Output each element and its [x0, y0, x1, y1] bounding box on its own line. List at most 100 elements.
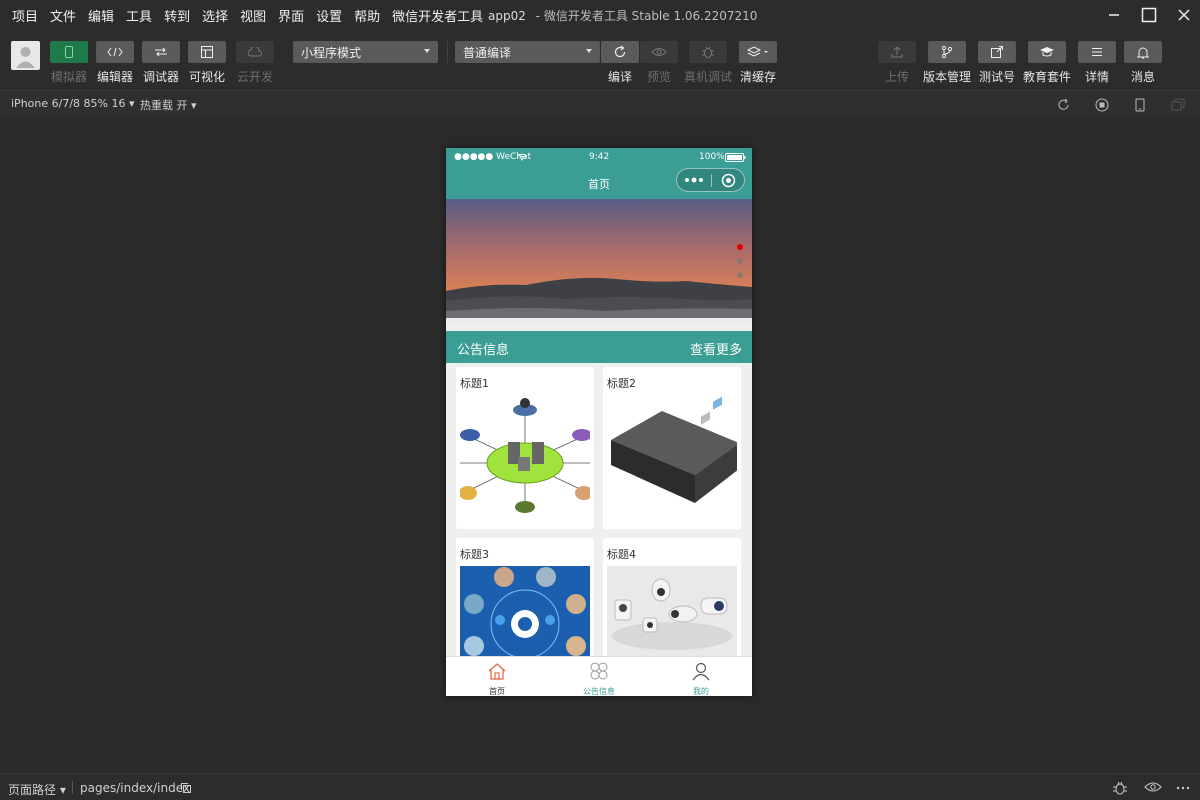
banner-swiper[interactable]: [446, 199, 752, 324]
menu-settings[interactable]: 设置: [312, 6, 346, 25]
rotate-icon[interactable]: [1056, 97, 1072, 113]
simulator-button[interactable]: [50, 41, 88, 63]
version-management-button[interactable]: [928, 41, 966, 63]
education-kit-button[interactable]: [1028, 41, 1066, 63]
user-icon: [692, 662, 710, 681]
banner-image: [446, 199, 752, 324]
window-title-text: 微信开发者工具 Stable 1.06.2207210: [543, 9, 758, 23]
menu-interface[interactable]: 界面: [274, 6, 308, 25]
close-miniprogram-icon[interactable]: [721, 173, 736, 188]
compile-button[interactable]: [601, 41, 639, 63]
phone-simulator: ●●●●● WeChat 9:42 100% 首页 公告信息 查看更多 标题1 …: [446, 148, 752, 696]
cloud-label: 云开发: [236, 70, 273, 84]
menu-project[interactable]: 项目: [8, 6, 42, 25]
messages-button[interactable]: [1124, 41, 1162, 63]
editor-button[interactable]: [96, 41, 134, 63]
swiper-dot-active[interactable]: [737, 244, 743, 250]
compile-mode-select-value: 普通编译: [463, 45, 512, 60]
compile-mode-select[interactable]: 普通编译: [455, 41, 600, 63]
tab-notice[interactable]: 公告信息: [548, 657, 650, 696]
bug-icon[interactable]: [1112, 780, 1128, 796]
menu-help[interactable]: 帮助: [350, 6, 384, 25]
notice-card[interactable]: 标题2: [603, 367, 741, 529]
tab-mine[interactable]: 我的: [650, 657, 752, 696]
eye-icon[interactable]: [1144, 781, 1162, 793]
clear-cache-button[interactable]: [739, 41, 777, 63]
cloud-icon: [248, 47, 262, 57]
bottom-status-bar: 页面路径 ▾ pages/index/index: [0, 773, 1200, 800]
capsule-menu: [676, 168, 745, 192]
phone-icon: [65, 46, 73, 58]
toolbar: 模拟器 编辑器 调试器 可视化 云开发 小程序模式 普通编译 编译 预览 真机调…: [0, 30, 1200, 90]
close-icon: [1178, 9, 1190, 21]
notice-card[interactable]: 标题4: [603, 538, 741, 668]
code-icon: [107, 47, 123, 57]
window-app-name: app02: [488, 9, 526, 23]
page-path-value: pages/index/index: [80, 781, 190, 795]
menu-goto[interactable]: 转到: [160, 6, 194, 25]
tab-notice-label: 公告信息: [583, 687, 615, 696]
card-title: 标题4: [607, 548, 636, 561]
education-kit-label: 教育套件: [1022, 70, 1071, 84]
phone-icon[interactable]: [1132, 97, 1148, 113]
card-image-network-diagram: [460, 395, 590, 525]
battery-icon: [725, 153, 746, 162]
card-image-cameras: [607, 566, 737, 658]
preview-button[interactable]: [640, 41, 678, 63]
maximize-button[interactable]: [1137, 4, 1161, 26]
hot-reload-toggle[interactable]: 热重载 开 ▾: [140, 97, 197, 113]
menu-file[interactable]: 文件: [46, 6, 80, 25]
more-horizontal-icon[interactable]: [1176, 786, 1190, 790]
menu-wechat-devtools[interactable]: 微信开发者工具: [388, 6, 487, 25]
capsule-divider: [711, 174, 712, 187]
stop-icon[interactable]: [1094, 97, 1110, 113]
external-link-icon: [991, 46, 1003, 58]
close-button[interactable]: [1172, 4, 1196, 26]
debugger-button[interactable]: [142, 41, 180, 63]
real-device-debug-button[interactable]: [689, 41, 727, 63]
user-avatar[interactable]: [11, 41, 40, 70]
menu-tools[interactable]: 工具: [122, 6, 156, 25]
tab-mine-label: 我的: [693, 687, 709, 696]
refresh-icon: [614, 45, 626, 58]
minimize-button[interactable]: [1102, 4, 1126, 26]
notice-card[interactable]: 标题1: [456, 367, 594, 529]
swiper-dot[interactable]: [737, 272, 743, 278]
window-title-separator: -: [531, 9, 544, 23]
detach-window-icon[interactable]: [1170, 97, 1186, 113]
bug-icon: [702, 46, 714, 58]
test-account-label: 测试号: [978, 70, 1015, 84]
status-battery-level: 100%: [699, 152, 725, 162]
copy-icon[interactable]: [180, 782, 192, 794]
mode-select-value: 小程序模式: [301, 45, 362, 60]
wifi-icon: [517, 153, 527, 161]
tab-home[interactable]: 首页: [446, 657, 548, 696]
details-label: 详情: [1084, 70, 1109, 84]
test-account-button[interactable]: [978, 41, 1016, 63]
page-path-select[interactable]: 页面路径 ▾: [8, 781, 66, 798]
graduation-cap-icon: [1040, 47, 1054, 57]
window-title: app02 - 微信开发者工具 Stable 1.06.2207210: [488, 7, 757, 24]
notice-title: 公告信息: [457, 343, 510, 358]
menu-view[interactable]: 视图: [236, 6, 270, 25]
notice-card[interactable]: 标题3: [456, 538, 594, 668]
more-dots-icon[interactable]: [684, 177, 704, 183]
mode-select[interactable]: 小程序模式: [293, 41, 438, 63]
card-title: 标题3: [460, 548, 489, 561]
editor-label: 编辑器: [96, 70, 133, 84]
details-button[interactable]: [1078, 41, 1116, 63]
upload-button[interactable]: [878, 41, 916, 63]
preview-label: 预览: [646, 70, 671, 84]
user-icon: [16, 47, 35, 68]
view-more-link[interactable]: 查看更多: [690, 339, 742, 358]
phone-header: ●●●●● WeChat 9:42 100% 首页: [446, 148, 752, 199]
real-device-debug-label: 真机调试: [683, 70, 732, 84]
maximize-icon: [1141, 7, 1157, 23]
menu-select[interactable]: 选择: [198, 6, 232, 25]
swiper-dot[interactable]: [737, 258, 743, 264]
device-select[interactable]: iPhone 6/7/8 85% 16 ▾: [11, 97, 135, 110]
debugger-icon: [155, 47, 167, 57]
menu-edit[interactable]: 编辑: [84, 6, 118, 25]
cloud-button[interactable]: [236, 41, 274, 63]
visual-button[interactable]: [188, 41, 226, 63]
